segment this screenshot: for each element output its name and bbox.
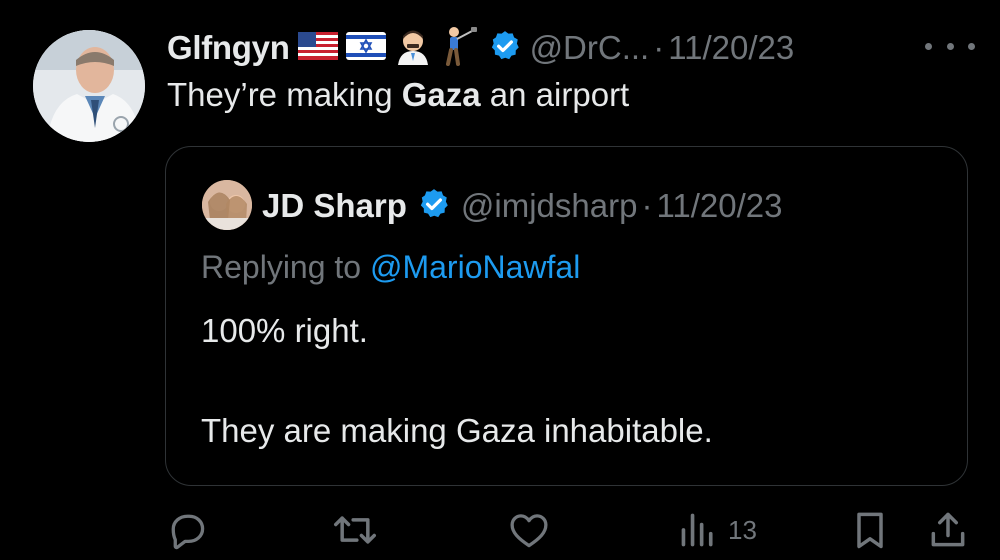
like-button[interactable] (507, 508, 551, 552)
replying-prefix: Replying to (201, 249, 370, 285)
tweet-text-after: an airport (480, 76, 630, 113)
reply-icon (171, 514, 205, 550)
man-health-worker-icon (394, 27, 432, 70)
share-button[interactable] (926, 508, 970, 552)
retweet-button[interactable] (330, 508, 380, 552)
views-button[interactable]: 13 (678, 508, 757, 552)
verified-badge-icon[interactable] (417, 187, 451, 226)
share-icon (931, 512, 965, 547)
quoted-tweet[interactable]: JD Sharp @imjdsharp · 11/20/23 Replying … (165, 146, 968, 486)
us-flag-icon (297, 31, 338, 65)
quoted-tweet-date[interactable]: 11/20/23 (656, 187, 782, 225)
bookmark-icon (857, 512, 883, 549)
tweet-date[interactable]: 11/20/23 (668, 29, 794, 67)
tweet-text-before: They’re making (167, 76, 402, 113)
author-avatar[interactable] (33, 30, 145, 142)
replying-to: Replying to @MarioNawfal (201, 249, 580, 286)
quoted-text-line-2: They are making Gaza inhabitable. (201, 412, 713, 449)
quoted-author-avatar (202, 180, 252, 230)
tweet-text: They’re making Gaza an airport (167, 76, 629, 114)
quoted-text-line-1: 100% right. (201, 312, 368, 349)
tweet-card: Glfngyn @DrC... · 11/20/23 They’re makin… (0, 0, 1000, 560)
quoted-author-name[interactable]: JD Sharp (262, 187, 407, 225)
views-icon (681, 513, 713, 547)
quoted-tweet-header: JD Sharp @imjdsharp · 11/20/23 (262, 181, 782, 231)
verified-badge-icon[interactable] (488, 29, 522, 68)
views-count: 13 (728, 514, 757, 545)
separator-dot: · (641, 187, 653, 224)
quoted-author-handle[interactable]: @imjdsharp (461, 187, 638, 225)
more-options-icon[interactable] (925, 34, 975, 58)
person-golfing-icon (440, 26, 478, 71)
like-icon (510, 514, 548, 548)
separator-dot: · (653, 29, 665, 66)
israel-flag-icon (345, 31, 386, 65)
author-handle[interactable]: @DrC... (530, 29, 650, 67)
replying-to-link[interactable]: @MarioNawfal (370, 249, 580, 285)
retweet-icon (334, 516, 376, 544)
bookmark-button[interactable] (848, 508, 892, 552)
tweet-header: Glfngyn @DrC... · 11/20/23 (167, 22, 967, 74)
tweet-text-bold: Gaza (401, 76, 481, 113)
reply-button[interactable] (165, 508, 209, 552)
author-name[interactable]: Glfngyn (167, 29, 290, 67)
